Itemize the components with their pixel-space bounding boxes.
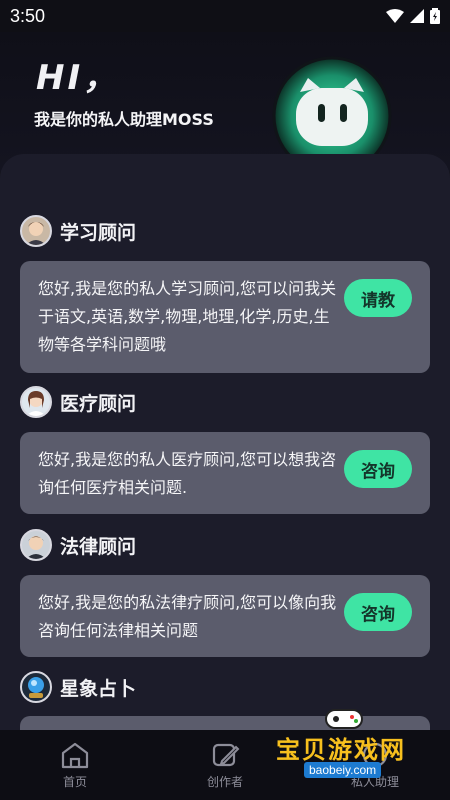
greeting: HI， <box>36 58 121 98</box>
card-text: 您好,我是您的私法律疗顾问,您可以像向我咨询任何法律相关问题 <box>38 593 337 640</box>
avatar <box>20 671 52 703</box>
section-title-medical: 医疗顾问 <box>20 386 136 418</box>
card-study[interactable]: 您好,我是您的私人学习顾问,您可以问我关于语文,英语,数学,物理,地理,化学,历… <box>20 261 430 373</box>
wifi-icon <box>386 9 404 23</box>
section-label: 星象占卜 <box>60 677 137 700</box>
battery-icon <box>430 8 440 24</box>
home-icon <box>61 742 89 768</box>
edit-icon <box>212 743 240 766</box>
site-watermark: 宝贝游戏网 baobeiy.com <box>270 704 420 784</box>
section-label: 法律顾问 <box>60 535 137 558</box>
card-text: 您好,我是您的私人医疗顾问,您可以想我咨询任何医疗相关问题. <box>38 450 337 497</box>
tab-label: 创作者 <box>206 774 243 789</box>
header: HI， 我是你的私人助理MOSS <box>0 32 450 176</box>
gamepad-icon <box>325 709 363 729</box>
assistant-subtitle: 我是你的私人助理MOSS <box>34 110 214 129</box>
signal-icon <box>410 9 424 23</box>
watermark-url: baobeiy.com <box>304 762 382 778</box>
section-title-legal: 法律顾问 <box>20 529 136 561</box>
watermark-brand: 宝贝游戏网 <box>276 736 406 764</box>
card-text: 您好,我是您的私人学习顾问,您可以问我关于语文,英语,数学,物理,地理,化学,历… <box>38 279 337 354</box>
section-title-study: 学习顾问 <box>20 215 136 247</box>
tab-label: 首页 <box>62 774 87 789</box>
status-time: 3:50 <box>10 5 46 26</box>
card-legal[interactable]: 您好,我是您的私法律疗顾问,您可以像向我咨询任何法律相关问题 咨询 <box>20 575 430 657</box>
section-title-astrology: 星象占卜 <box>20 671 136 703</box>
tab-creator[interactable]: 创作者 <box>165 741 285 790</box>
avatar <box>20 386 52 418</box>
section-label: 医疗顾问 <box>60 392 137 415</box>
avatar <box>20 529 52 561</box>
consult-button[interactable]: 咨询 <box>344 593 412 631</box>
status-bar: 3:50 <box>0 0 450 32</box>
ask-button[interactable]: 请教 <box>344 279 412 317</box>
section-label: 学习顾问 <box>60 221 137 244</box>
consult-button[interactable]: 咨询 <box>344 450 412 488</box>
avatar <box>20 215 52 247</box>
tab-home[interactable]: 首页 <box>15 741 135 790</box>
card-medical[interactable]: 您好,我是您的私人医疗顾问,您可以想我咨询任何医疗相关问题. 咨询 <box>20 432 430 514</box>
status-icons <box>386 8 440 24</box>
